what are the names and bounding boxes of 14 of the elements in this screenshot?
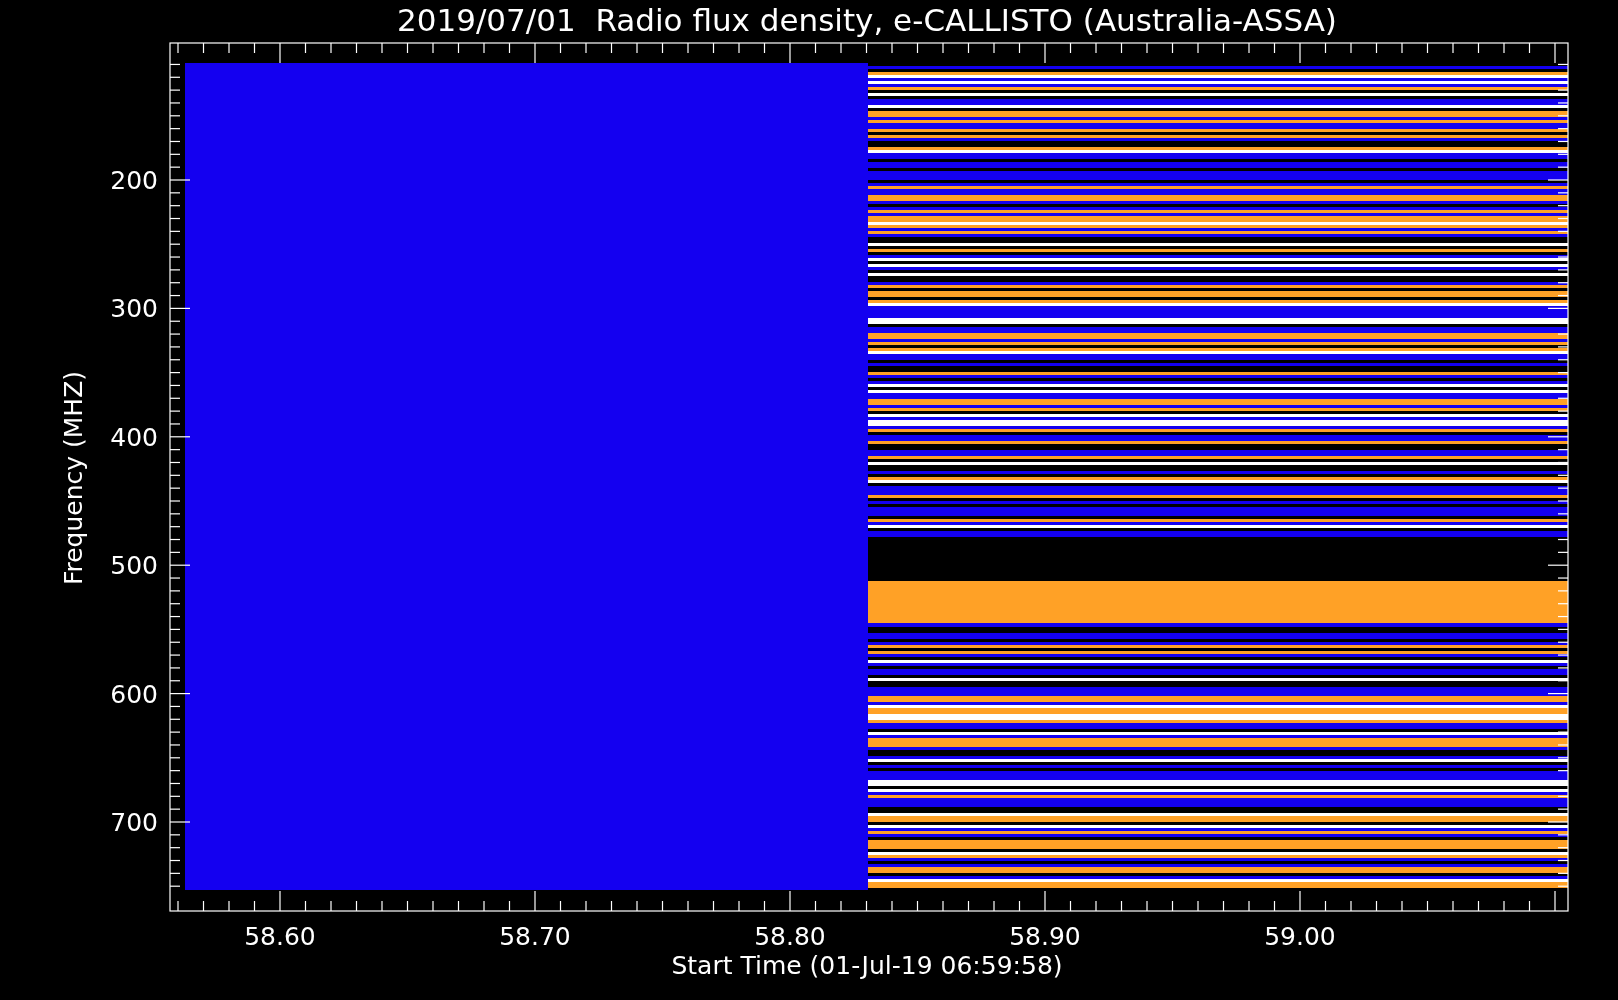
x-axis-label: Start Time (01-Jul-19 06:59:58): [671, 951, 1063, 980]
x-tick-label: 58.70: [499, 922, 571, 951]
x-tick-label: 58.60: [244, 922, 316, 951]
x-tick-label: 58.80: [754, 922, 826, 951]
y-tick-label: 300: [110, 294, 158, 324]
x-tick-label: 59.00: [1264, 922, 1336, 951]
x-tick-label: 58.90: [1009, 922, 1081, 951]
y-tick-label: 500: [110, 551, 158, 581]
chart-title: 2019/07/01 Radio flux density, e-CALLISTO (Australia-ASSA): [397, 2, 1337, 38]
y-tick-label: 700: [110, 808, 158, 837]
y-tick-label: 200: [110, 166, 158, 195]
y-tick-label: 600: [110, 679, 158, 709]
y-axis-label: Frequency (MHZ): [59, 370, 88, 586]
y-tick-label: 400: [110, 422, 158, 452]
